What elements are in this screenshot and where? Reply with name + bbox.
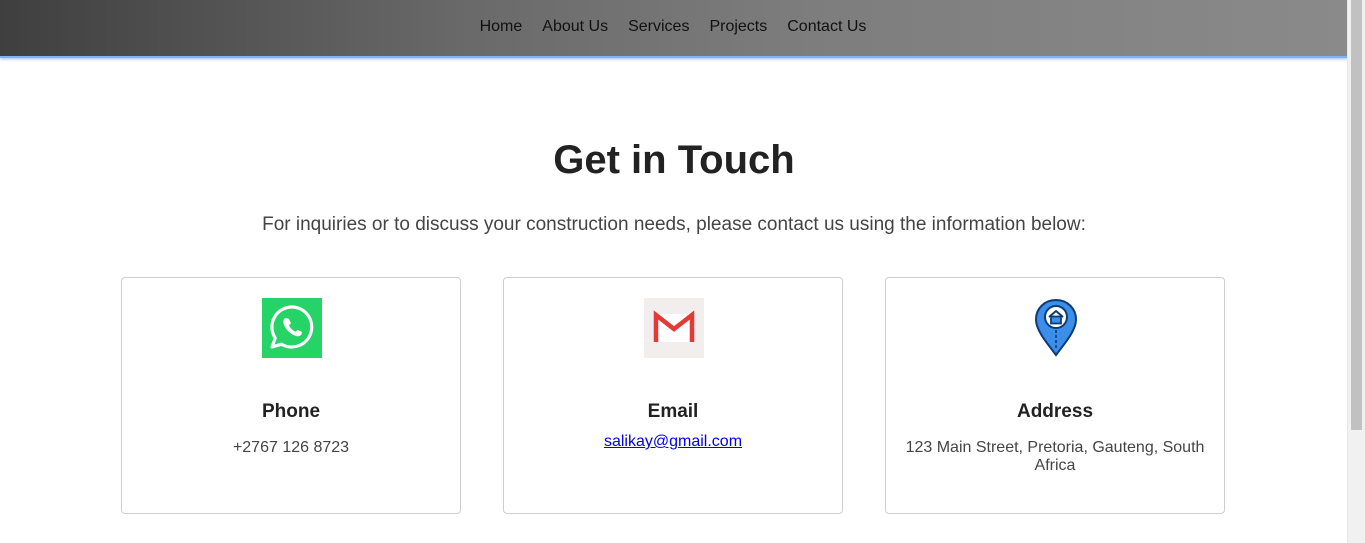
scrollbar-thumb[interactable] [1351, 0, 1362, 430]
nav-link-contact-us[interactable]: Contact Us [777, 17, 876, 37]
address-value: 123 Main Street, Pretoria, Gauteng, Sout… [905, 439, 1205, 474]
address-label: Address [1016, 401, 1094, 422]
gmail-icon [644, 298, 704, 358]
nav-menu: Home About Us Services Projects Contact … [470, 17, 877, 37]
address-card: Address 123 Main Street, Pretoria, Gaute… [885, 277, 1225, 514]
contact-section: Get in Touch For inquiries or to discuss… [0, 58, 1348, 543]
page-subtitle: For inquiries or to discuss your constru… [262, 214, 1086, 235]
phone-value: +2767 126 8723 [232, 439, 350, 456]
email-label: Email [647, 401, 699, 422]
navbar: Home About Us Services Projects Contact … [0, 0, 1348, 58]
phone-card: Phone +2767 126 8723 [121, 277, 461, 514]
page-title: Get in Touch [553, 138, 795, 182]
location-pin-icon [1026, 298, 1086, 358]
nav-link-home[interactable]: Home [470, 17, 533, 37]
email-card: Email salikay@gmail.com [503, 277, 843, 514]
email-link[interactable]: salikay@gmail.com [604, 433, 742, 450]
nav-link-projects[interactable]: Projects [699, 17, 777, 37]
nav-link-about-us[interactable]: About Us [532, 17, 618, 37]
phone-label: Phone [261, 401, 321, 422]
vertical-scrollbar[interactable] [1347, 0, 1365, 543]
nav-link-services[interactable]: Services [618, 17, 699, 37]
email-value-wrap: salikay@gmail.com [520, 433, 826, 451]
whatsapp-icon [262, 298, 322, 358]
